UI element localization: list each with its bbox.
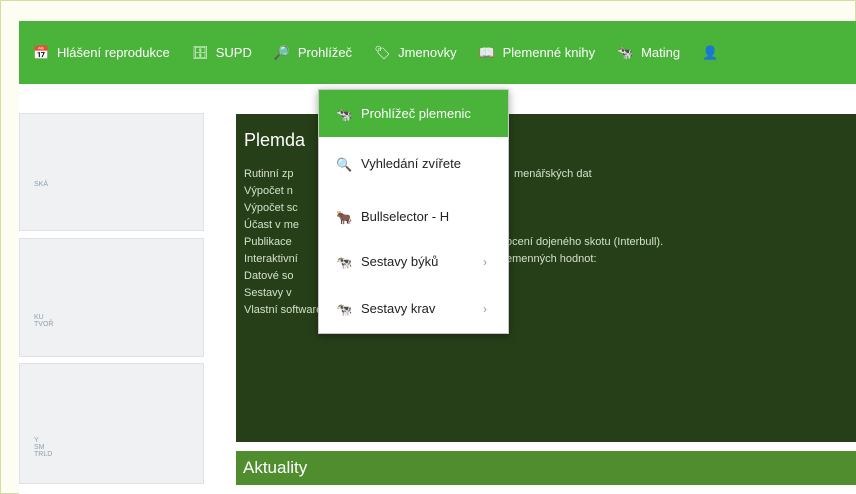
menu-label: Sestavy krav <box>361 301 436 316</box>
menu-label: Prohlížeč plemenic <box>361 106 471 121</box>
hero-line: Sestavy v <box>244 287 292 299</box>
menu-item-prohlizec-plemenic[interactable]: 🐄 Prohlížeč plemenic <box>319 90 508 137</box>
nav-label: Jmenovky <box>398 45 457 60</box>
hero-right-line: ocení dojeného skotu (Interbull). <box>506 236 664 248</box>
nav-label: SUPD <box>215 45 252 60</box>
news-heading: Aktuality <box>236 451 856 485</box>
nav-label: Mating <box>641 45 681 60</box>
search-cow-icon: 🔍 <box>336 156 353 172</box>
hero-right-line: emenných hodnot: <box>506 253 597 265</box>
menu-label: Sestavy býků <box>361 254 439 269</box>
prohlizec-dropdown: 🐄 Prohlížeč plemenic 🔍 Vyhledání zvířete… <box>318 89 509 334</box>
thumbnail-1[interactable]: SKÁ <box>19 113 204 231</box>
thumbnail-2[interactable]: KU TVOŘ <box>19 238 204 357</box>
menu-label: Vyhledání zvířete <box>361 156 461 171</box>
nav-prohlizec[interactable]: 🔎 Prohlížeč <box>274 45 352 61</box>
hero-line: Účast v me <box>244 219 300 231</box>
hero-line: Rutinní zp <box>244 168 294 180</box>
nav-supd[interactable]: 🗄 SUPD <box>192 45 252 61</box>
thumbnail-label: SKÁ <box>34 181 49 188</box>
menu-item-sestavy-byku[interactable]: 🐄 Sestavy býků › <box>319 242 508 281</box>
cow-icon: 🐄 <box>336 301 353 317</box>
menu-item-sestavy-krav[interactable]: 🐄 Sestavy krav › <box>319 289 508 328</box>
book-icon: 📖 <box>478 44 495 60</box>
nav-user[interactable]: 👤 <box>702 45 718 61</box>
chevron-right-icon: › <box>483 301 487 316</box>
menu-item-vyhledani-zvirete[interactable]: 🔍 Vyhledání zvířete <box>319 144 508 183</box>
thumbnail-label: KU TVOŘ <box>34 314 54 328</box>
hero-right-line: menářských dat <box>514 168 592 180</box>
hero-line: Vlastní software. <box>244 304 326 316</box>
search-document-icon: 🔎 <box>273 44 291 60</box>
menu-label: Bullselector - H <box>361 209 450 224</box>
calendar-icon: 📅 <box>33 44 50 60</box>
nav-plemenne-knihy[interactable]: 📖 Plemenné knihy <box>479 45 596 61</box>
hero-title: Plemda <box>244 130 306 150</box>
thumbnail-label: Y SM TRLD <box>34 437 53 458</box>
chevron-right-icon: › <box>483 254 487 269</box>
nav-hlaseni-reprodukce[interactable]: 📅 Hlášení reprodukce <box>33 45 170 61</box>
hero-line: Interaktivní <box>244 253 298 265</box>
hero-line: Publikace <box>244 236 292 248</box>
database-icon: 🗄 <box>191 44 209 60</box>
hero-line: Výpočet sc <box>244 202 298 214</box>
top-navigation: 📅 Hlášení reprodukce 🗄 SUPD 🔎 Prohlížeč … <box>19 21 856 84</box>
nav-jmenovky[interactable]: 🏷 Jmenovky <box>374 45 457 61</box>
hero-line: Datové so <box>244 270 294 282</box>
tag-icon: 🏷 <box>374 44 391 60</box>
hero-line: Výpočet n <box>244 185 293 197</box>
nav-mating[interactable]: 🐄 Mating <box>617 45 680 61</box>
user-icon: 👤 <box>702 44 719 60</box>
cow-icon: 🐄 <box>617 44 634 60</box>
cow-icon: 🐄 <box>336 254 353 270</box>
cow-icon: 🐄 <box>336 106 353 122</box>
nav-label: Plemenné knihy <box>502 45 596 60</box>
nav-label: Hlášení reprodukce <box>57 45 170 60</box>
bull-icon: 🐂 <box>336 209 353 225</box>
nav-label: Prohlížeč <box>297 45 353 60</box>
thumbnail-3[interactable]: Y SM TRLD <box>19 363 204 484</box>
menu-item-bullselector[interactable]: 🐂 Bullselector - H <box>319 197 508 236</box>
